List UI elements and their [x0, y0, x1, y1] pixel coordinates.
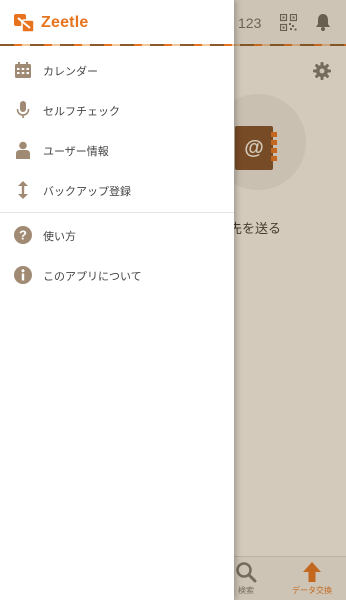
navigation-drawer: Zeetle カレンダー セルフチェック ユーザー情報 バックアップ登録 ? 使…: [0, 0, 234, 600]
drawer-main-menu: カレンダー セルフチェック ユーザー情報 バックアップ登録: [0, 50, 234, 210]
info-icon: [14, 266, 32, 284]
calendar-icon: [14, 61, 32, 79]
drawer-header: Zeetle: [0, 0, 234, 46]
svg-text:?: ?: [19, 228, 27, 243]
zeetle-logo-icon: [14, 14, 34, 33]
menu-item-label: セルフチェック: [43, 105, 120, 118]
menu-item-backup[interactable]: バックアップ登録: [0, 170, 234, 210]
menu-item-self-check[interactable]: セルフチェック: [0, 90, 234, 130]
help-icon: ?: [14, 226, 32, 244]
menu-item-label: ユーザー情報: [43, 145, 109, 158]
menu-item-user-info[interactable]: ユーザー情報: [0, 130, 234, 170]
drawer-sub-menu: ? 使い方 このアプリについて: [0, 215, 234, 295]
microphone-icon: [14, 101, 32, 119]
menu-item-how-to-use[interactable]: ? 使い方: [0, 215, 234, 255]
menu-item-label: 使い方: [43, 230, 76, 243]
menu-item-about-app[interactable]: このアプリについて: [0, 255, 234, 295]
user-icon: [14, 141, 32, 159]
app-logo-text: Zeetle: [41, 14, 89, 31]
menu-item-calendar[interactable]: カレンダー: [0, 50, 234, 90]
menu-item-label: カレンダー: [43, 65, 98, 78]
menu-item-label: このアプリについて: [43, 270, 142, 283]
drawer-header-stripe: [0, 44, 234, 46]
menu-divider: [0, 212, 234, 213]
vertical-arrows-icon: [14, 181, 32, 199]
app-logo: Zeetle: [14, 13, 88, 33]
menu-item-label: バックアップ登録: [43, 185, 131, 198]
